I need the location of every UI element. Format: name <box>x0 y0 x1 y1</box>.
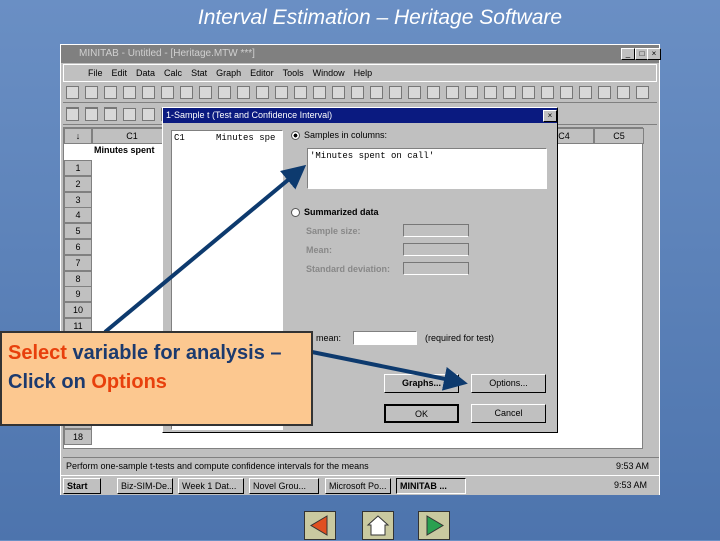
callout-highlight: Select <box>8 342 67 364</box>
next-icon <box>426 515 444 536</box>
home-icon <box>366 515 390 536</box>
instruction-callout: Select variable for analysis – Click on … <box>0 331 313 426</box>
arrows-overlay <box>103 164 468 391</box>
previous-button[interactable] <box>304 511 336 540</box>
callout-highlight: Options <box>91 371 167 393</box>
previous-icon <box>310 515 328 536</box>
next-button[interactable] <box>418 511 450 540</box>
home-button[interactable] <box>362 511 394 540</box>
arrow-to-options <box>311 350 468 391</box>
arrow-to-samples <box>103 164 307 334</box>
